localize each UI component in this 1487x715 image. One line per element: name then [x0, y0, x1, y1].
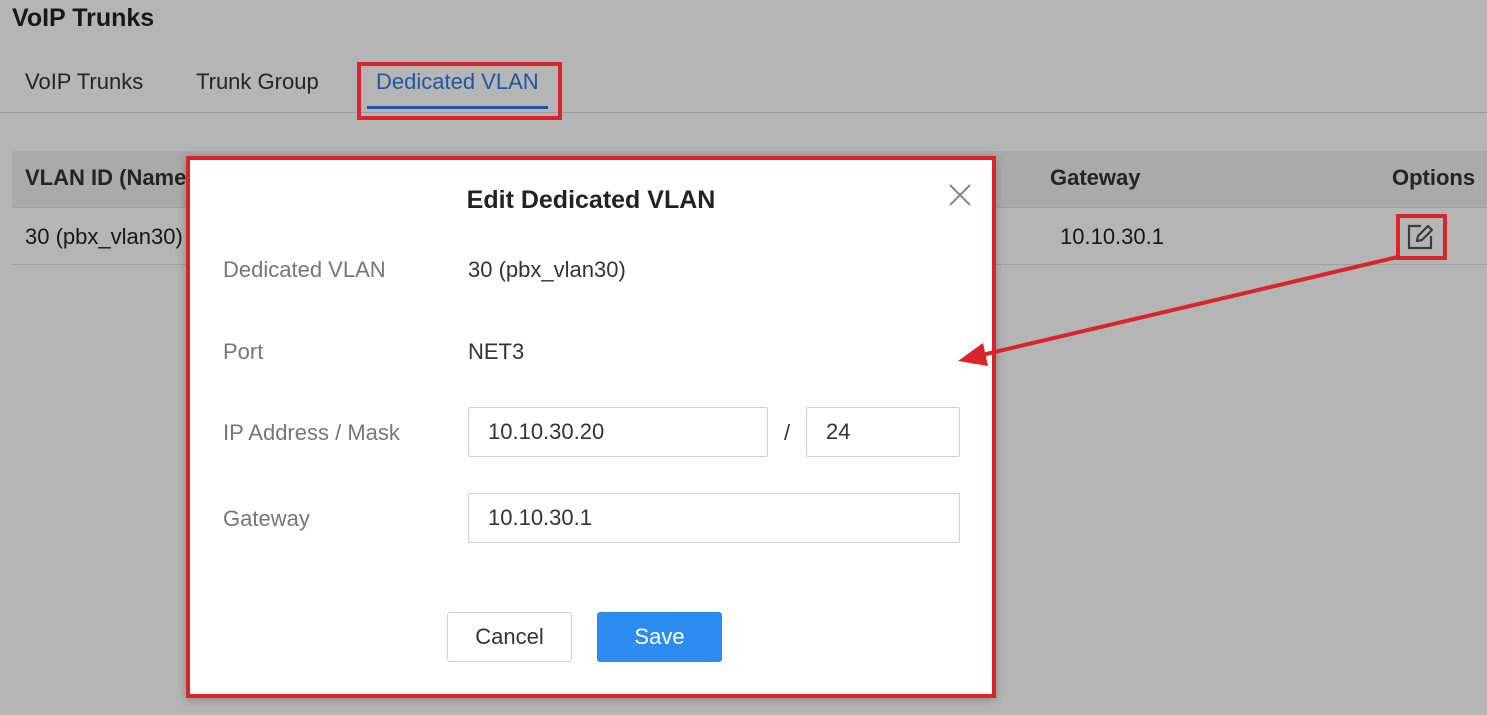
- gateway-input[interactable]: [468, 493, 960, 543]
- ip-address-mask-label: IP Address / Mask: [223, 420, 400, 445]
- port-value: NET3: [468, 339, 525, 364]
- mask-separator: /: [784, 420, 791, 445]
- cancel-button[interactable]: Cancel: [447, 612, 572, 662]
- dedicated-vlan-label: Dedicated VLAN: [223, 257, 386, 282]
- dedicated-vlan-value: 30 (pbx_vlan30): [468, 257, 626, 282]
- edit-dedicated-vlan-dialog: Edit Dedicated VLAN Dedicated VLAN 30 (p…: [186, 156, 996, 698]
- gateway-label: Gateway: [223, 506, 310, 531]
- subnet-mask-input[interactable]: [806, 407, 960, 457]
- close-icon[interactable]: [946, 181, 974, 209]
- ip-address-input[interactable]: [468, 407, 768, 457]
- port-label: Port: [223, 339, 264, 364]
- save-button[interactable]: Save: [597, 612, 722, 662]
- dialog-title: Edit Dedicated VLAN: [466, 186, 716, 214]
